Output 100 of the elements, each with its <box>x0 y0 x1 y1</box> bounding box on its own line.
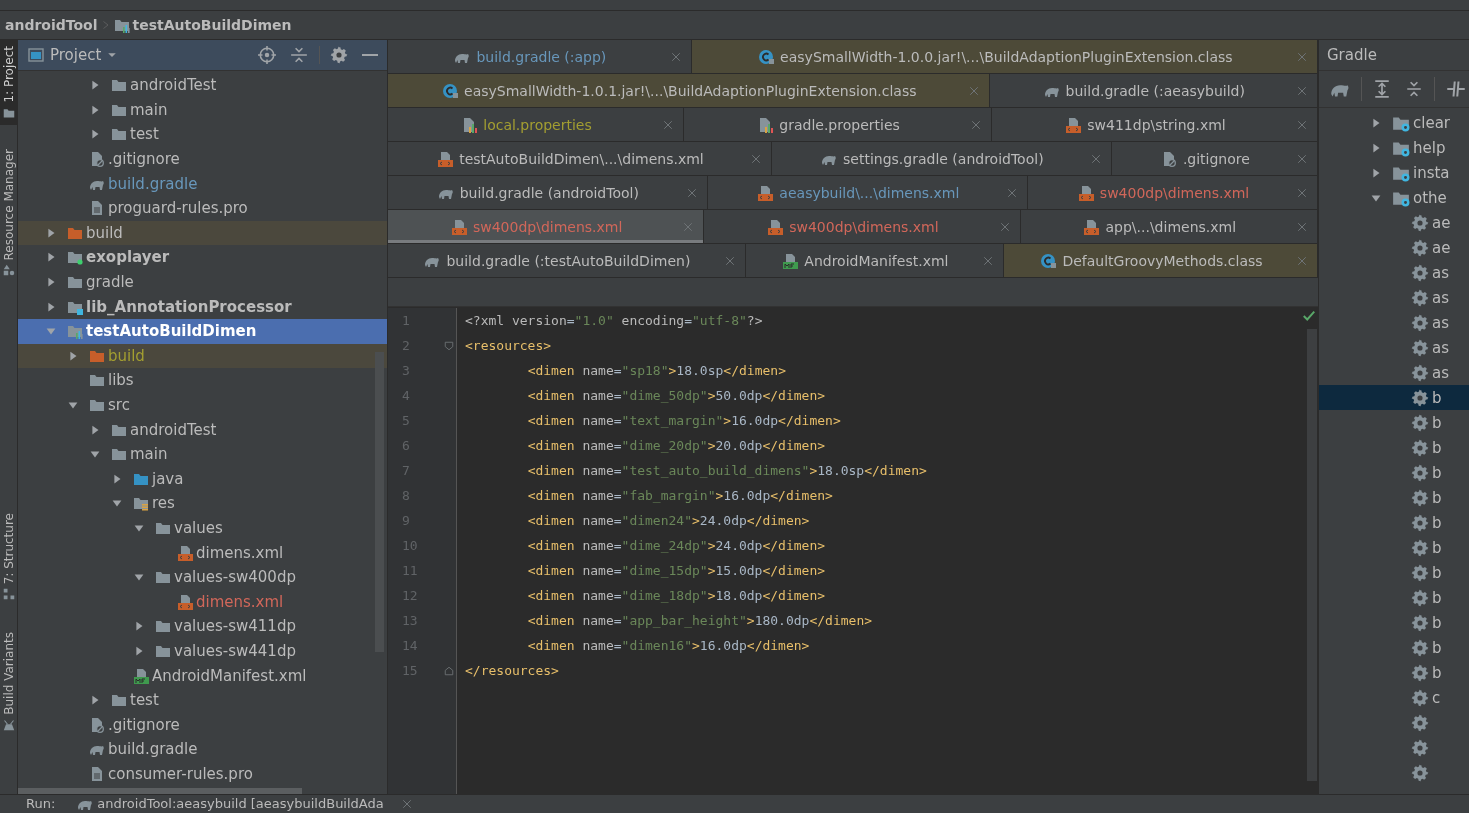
folder-icon <box>89 372 105 389</box>
gear-icon <box>1411 313 1429 332</box>
close-icon <box>1297 153 1307 164</box>
gear-icon <box>1411 213 1429 232</box>
code-line: <dimen name="dime_18dp">18.0dp</dimen> <box>526 587 827 605</box>
task-item[interactable]: insta <box>1319 160 1469 185</box>
task-item[interactable]: as <box>1319 360 1469 385</box>
tool-window-button[interactable]: 7: Structure <box>0 507 17 607</box>
task-item[interactable]: b <box>1319 410 1469 435</box>
properties-file-icon <box>757 116 774 133</box>
gear-icon <box>1411 388 1429 407</box>
tree-item[interactable]: .gitignore <box>18 146 387 172</box>
task-item[interactable]: as <box>1319 310 1469 335</box>
tree-item[interactable]: androidTest <box>18 73 387 98</box>
task-item[interactable]: as <box>1319 335 1469 360</box>
close-icon <box>982 255 993 266</box>
tree-item[interactable]: consumer-rules.pro <box>18 761 387 787</box>
gear-icon <box>1411 363 1429 382</box>
task-item[interactable]: othe <box>1319 185 1469 210</box>
tree-item[interactable]: main <box>18 441 387 467</box>
task-item[interactable]: ae <box>1319 210 1469 235</box>
tree-item[interactable]: main <box>18 97 387 123</box>
folder-icon <box>2 106 15 119</box>
task-item[interactable]: b <box>1319 485 1469 510</box>
tree-item[interactable]: build.gradle <box>18 171 387 196</box>
folder-icon <box>155 618 171 635</box>
tree-item[interactable]: lib_AnnotationProcessor <box>18 294 387 319</box>
task-item[interactable]: b <box>1319 385 1469 410</box>
tree-item[interactable]: dimens.xml <box>18 589 387 615</box>
tree-item[interactable]: libs <box>18 368 387 393</box>
tree-item[interactable]: values <box>18 515 387 541</box>
folder-icon <box>155 520 171 536</box>
tree-item[interactable]: gradle <box>18 269 387 295</box>
tree-item[interactable]: src <box>18 392 387 418</box>
run-tab[interactable]: androidTool:aeasybuild [aeasybuildBuildAda <box>77 795 384 812</box>
tree-item[interactable]: build <box>18 220 387 246</box>
close-icon <box>968 85 979 96</box>
view-selector[interactable]: Project <box>28 46 118 64</box>
folder-icon <box>111 126 127 143</box>
tree-item[interactable]: java <box>18 466 387 492</box>
close-icon <box>750 153 761 164</box>
tree-item[interactable]: proguard-rules.pro <box>18 195 387 221</box>
tree-item[interactable]: AndroidManifest.xml <box>18 663 387 688</box>
scrollbar[interactable] <box>18 788 302 794</box>
file-icon <box>89 151 105 168</box>
manifest-file-icon <box>133 667 149 684</box>
tool-window-button[interactable]: 1: Project <box>0 40 17 125</box>
task-item[interactable]: b <box>1319 435 1469 460</box>
task-item[interactable]: c <box>1319 685 1469 710</box>
class-file-icon <box>442 82 459 99</box>
gear-icon <box>1411 238 1429 257</box>
tree-item[interactable]: test <box>18 122 387 147</box>
minimize-icon[interactable] <box>359 54 381 56</box>
tree-item[interactable]: build.gradle <box>18 737 387 762</box>
task-item[interactable]: b <box>1319 635 1469 660</box>
tree-item[interactable]: exoplayer <box>18 245 387 270</box>
editor-tab[interactable]: easySmallWidth-1.0.0.jar!\...\BuildAdaptionPluginExtension.class <box>691 40 1318 73</box>
tree-item[interactable]: dimens.xml <box>18 540 387 565</box>
task-item[interactable]: b <box>1319 460 1469 485</box>
tree-item[interactable]: values-sw400dp <box>18 564 387 590</box>
structure-icon <box>2 588 15 601</box>
gear-icon <box>1411 513 1429 532</box>
task-item[interactable]: as <box>1319 260 1469 285</box>
task-item[interactable]: b <box>1319 660 1469 685</box>
gear-icon <box>1411 563 1429 582</box>
gear-icon <box>1411 338 1429 357</box>
task-item[interactable]: b <box>1319 535 1469 560</box>
close-icon <box>670 51 681 62</box>
code-line: <dimen name="text_margin">16.0dp</dimen> <box>526 412 842 430</box>
tree-item[interactable]: values-sw411dp <box>18 614 387 639</box>
tree-item[interactable]: .gitignore <box>18 712 387 738</box>
close-icon <box>1297 187 1307 198</box>
locate-icon <box>255 46 279 64</box>
task-item[interactable]: b <box>1319 585 1469 610</box>
tool-window-button[interactable]: Resource Manager <box>0 142 17 282</box>
tool-window-button[interactable]: Build Variants <box>0 626 17 738</box>
close-icon <box>1297 255 1307 266</box>
breadcrumb-item[interactable]: testAutoBuildDimen <box>113 17 292 33</box>
task-item[interactable]: b <box>1319 560 1469 585</box>
task-item[interactable]: clear <box>1319 110 1469 135</box>
tree-item[interactable]: testAutoBuildDimen <box>18 318 387 344</box>
code-line: <dimen name="dimen16">16.0dp</dimen> <box>526 637 811 655</box>
breadcrumb-item[interactable]: androidTool <box>5 17 98 33</box>
xml-file-icon <box>177 593 193 610</box>
task-item[interactable]: help <box>1319 135 1469 160</box>
tree-item[interactable]: test <box>18 687 387 713</box>
tree-item[interactable]: values-sw441dp <box>18 638 387 664</box>
task-item[interactable]: b <box>1319 610 1469 635</box>
tree-item[interactable]: res <box>18 491 387 516</box>
code-line: <dimen name="test_auto_build_dimens">18.0sp</dimen> <box>526 462 928 480</box>
task-item[interactable]: ae <box>1319 235 1469 260</box>
folder-icon <box>111 446 127 463</box>
task-item[interactable]: as <box>1319 285 1469 310</box>
tree-item[interactable]: build <box>18 343 387 369</box>
tree-item[interactable]: androidTest <box>18 417 387 442</box>
code-line: <dimen name="dime_20dp">20.0dp</dimen> <box>526 437 827 455</box>
task-item[interactable]: b <box>1319 510 1469 535</box>
xml-file-icon <box>1065 116 1082 133</box>
editor-tab[interactable]: easySmallWidth-1.0.1.jar!\...\BuildAdaptionPluginExtension.class <box>388 74 990 107</box>
editor-tab[interactable]: DefaultGroovyMethods.class <box>1003 244 1318 277</box>
